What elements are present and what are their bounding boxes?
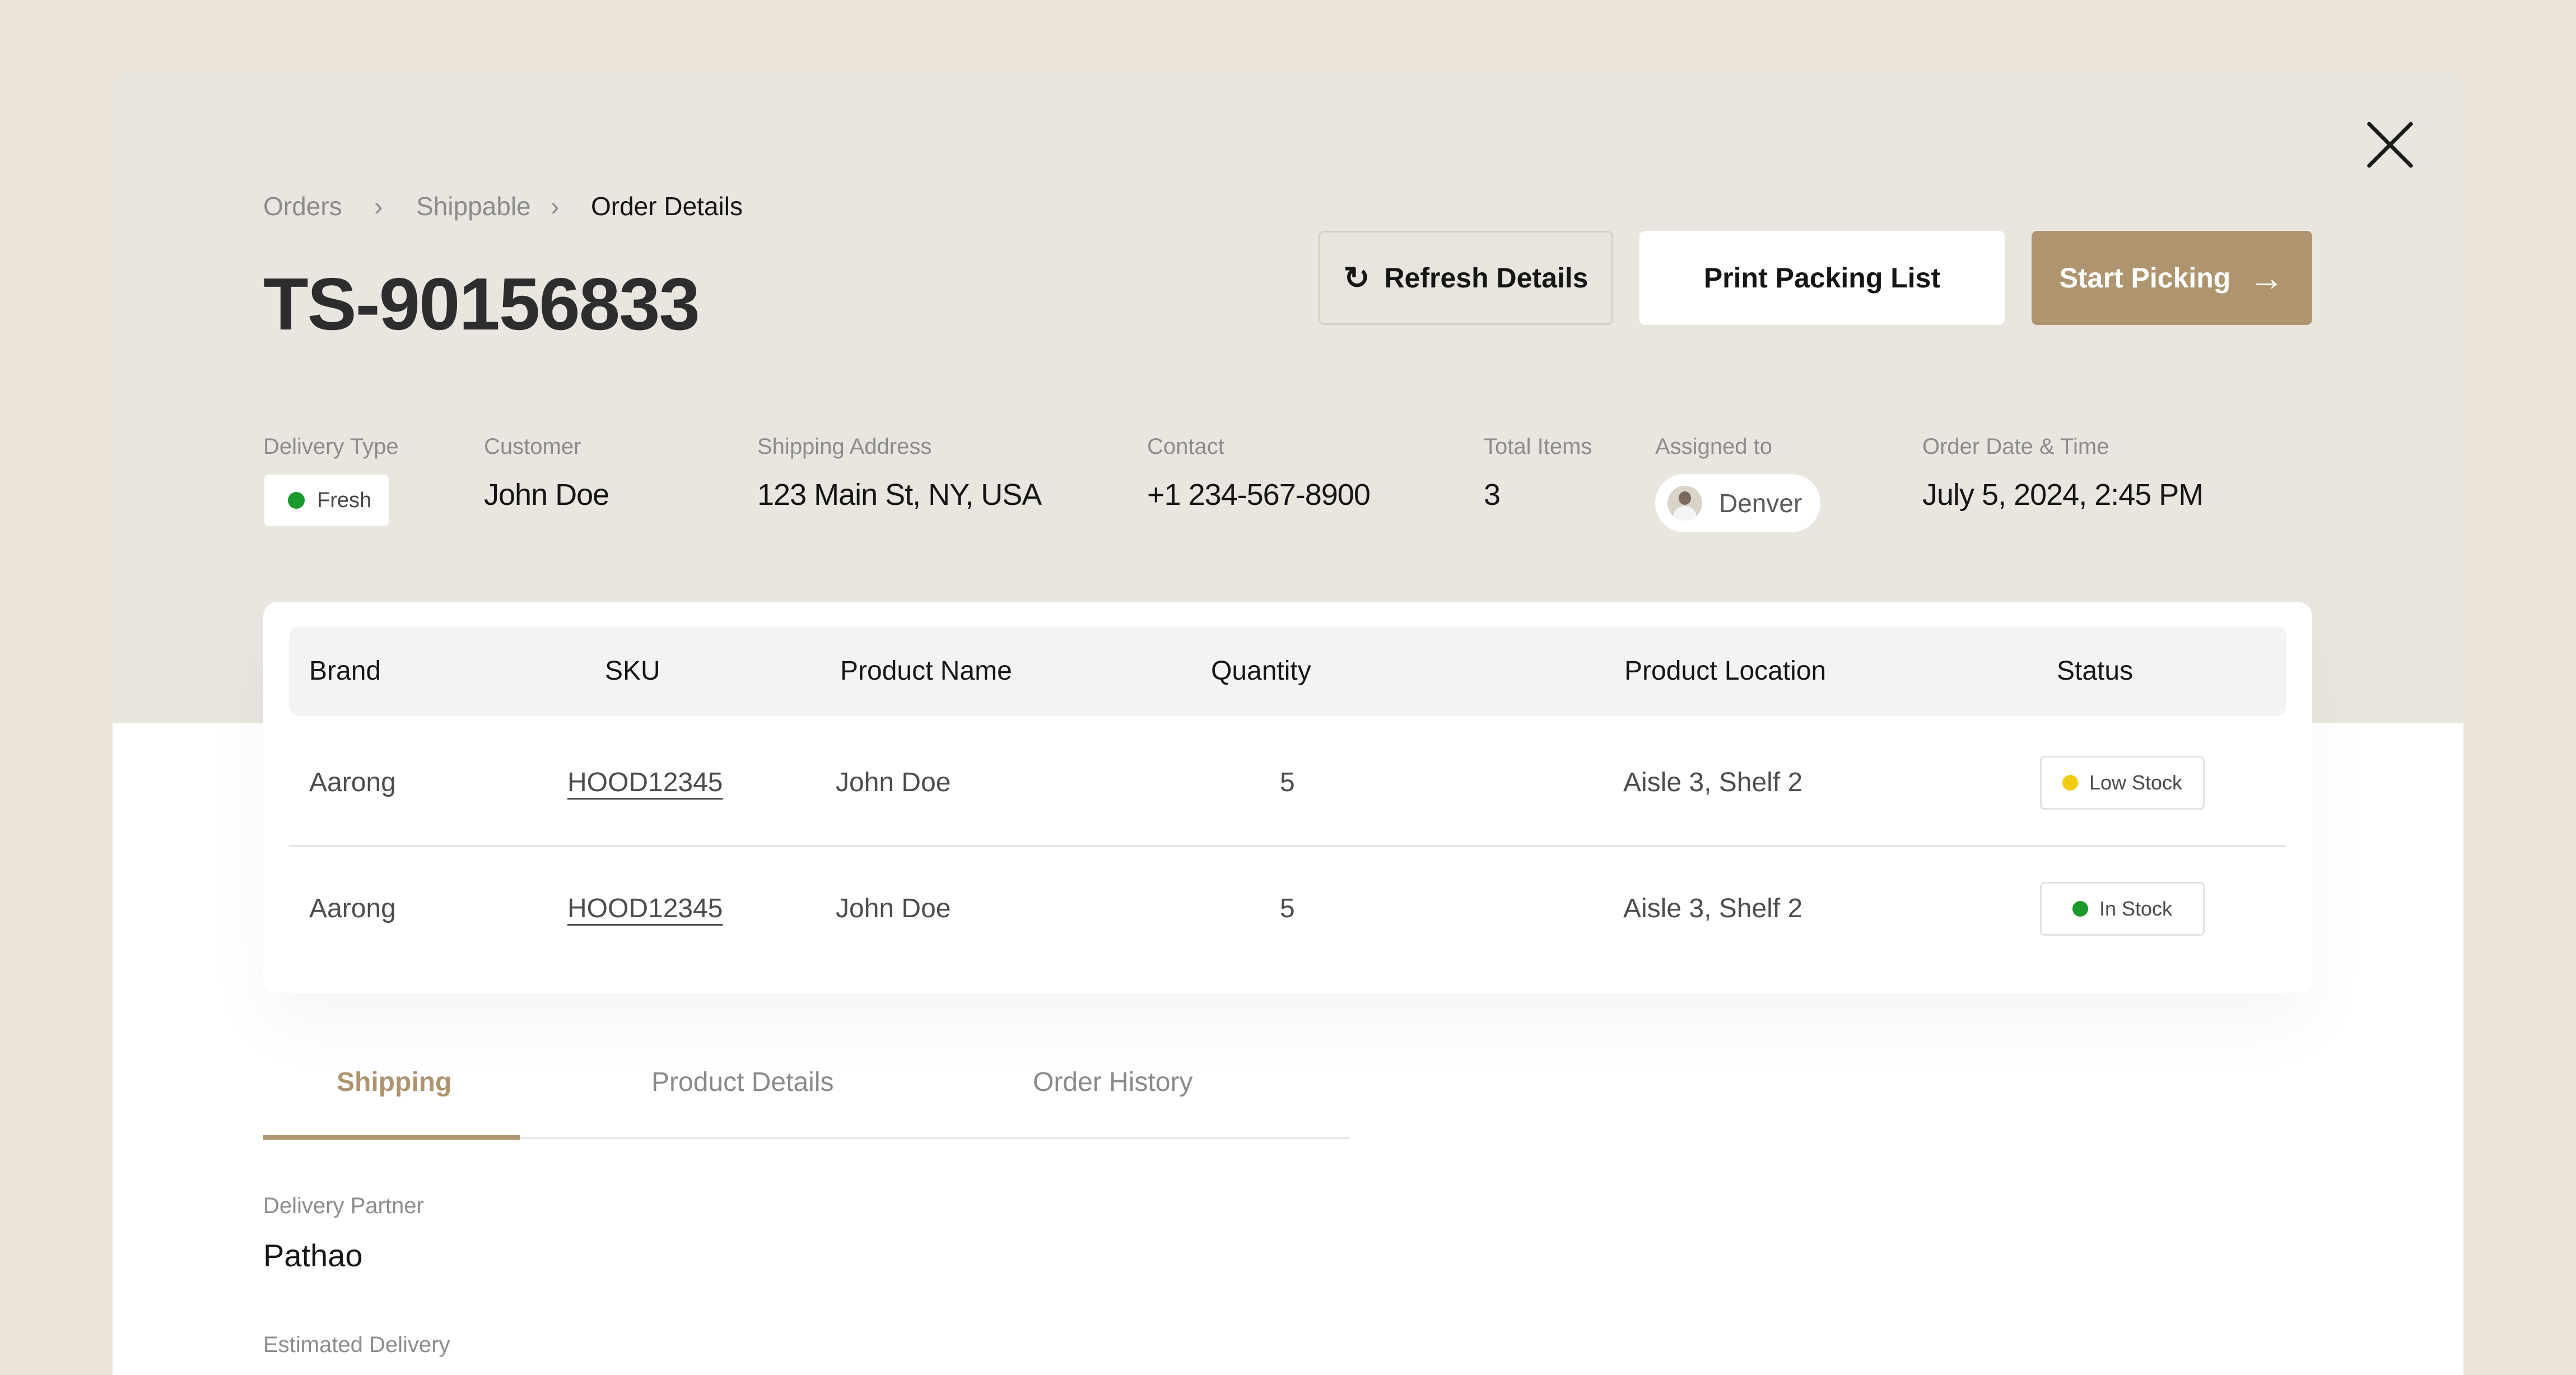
column-header-product-location: Product Location (1624, 656, 1827, 686)
delivery-partner-value: Pathao (263, 1238, 363, 1273)
order-date-value: July 5, 2024, 2:45 PM (1922, 478, 2204, 512)
tab-shipping[interactable]: Shipping (337, 1066, 451, 1099)
cell-product-location: Aisle 3, Shelf 2 (1623, 894, 1803, 923)
order-date-label: Order Date & Time (1922, 434, 2109, 459)
order-items-table: Brand SKU Product Name Quantity Product … (263, 602, 2312, 993)
tab-order-history[interactable]: Order History (1033, 1066, 1192, 1099)
refresh-icon: ↻ (1343, 260, 1370, 295)
contact-value: +1 234-567-8900 (1147, 478, 1371, 512)
sku-link[interactable]: HOOD12345 (567, 766, 723, 800)
contact-label: Contact (1147, 434, 1224, 459)
refresh-details-label: Refresh Details (1384, 262, 1589, 294)
column-header-sku: SKU (605, 656, 660, 686)
delivery-type-label: Delivery Type (263, 434, 399, 459)
cell-product-location: Aisle 3, Shelf 2 (1623, 768, 1803, 797)
cell-quantity: 5 (1280, 768, 1295, 797)
sku-link[interactable]: HOOD12345 (567, 892, 723, 926)
status-badge: Low Stock (2040, 756, 2205, 810)
start-picking-label: Start Picking (2059, 262, 2231, 294)
status-badge-label: In Stock (2099, 897, 2173, 920)
shipping-address-value: 123 Main St, NY, USA (757, 478, 1042, 512)
cell-product-name: John Doe (836, 894, 951, 923)
total-items-label: Total Items (1484, 434, 1592, 459)
delivery-type-value: Fresh (317, 488, 372, 512)
status-dot-icon (288, 492, 305, 509)
customer-value: John Doe (484, 478, 609, 512)
delivery-partner-label: Delivery Partner (263, 1193, 424, 1218)
avatar (1667, 486, 1702, 521)
customer-label: Customer (484, 434, 581, 459)
refresh-details-button[interactable]: ↻ Refresh Details (1319, 231, 1613, 325)
print-packing-list-button[interactable]: Print Packing List (1639, 231, 2005, 325)
close-icon[interactable] (2364, 119, 2416, 170)
start-picking-button[interactable]: Start Picking → (2032, 231, 2312, 325)
breadcrumb-shippable[interactable]: Shippable (416, 189, 531, 223)
row-divider (289, 845, 2286, 847)
page-title: TS-90156833 (263, 263, 700, 345)
cell-brand: Aarong (309, 894, 396, 923)
breadcrumb-current: Order Details (591, 192, 743, 221)
chevron-right-icon: › (551, 192, 560, 221)
print-packing-list-label: Print Packing List (1703, 262, 1941, 294)
cell-quantity: 5 (1280, 894, 1295, 923)
status-badge-label: Low Stock (2089, 771, 2183, 794)
column-header-quantity: Quantity (1211, 656, 1311, 686)
active-tab-indicator (263, 1135, 520, 1140)
status-badge: In Stock (2040, 882, 2205, 936)
cell-brand: Aarong (309, 768, 396, 797)
column-header-status: Status (2057, 656, 2134, 686)
assigned-to-label: Assigned to (1655, 434, 1773, 459)
status-dot-icon (2062, 775, 2078, 791)
shipping-address-label: Shipping Address (757, 434, 932, 459)
delivery-type-badge: Fresh (264, 475, 389, 526)
tab-product-details[interactable]: Product Details (651, 1066, 833, 1099)
total-items-value: 3 (1484, 478, 1501, 512)
arrow-right-icon: → (2248, 258, 2285, 298)
estimated-delivery-label: Estimated Delivery (263, 1332, 450, 1357)
status-dot-icon (2072, 901, 2088, 917)
assignee-name: Denver (1719, 489, 1802, 518)
table-header: Brand SKU Product Name Quantity Product … (289, 626, 2286, 716)
chevron-right-icon: › (374, 192, 383, 221)
column-header-product-name: Product Name (840, 656, 1012, 686)
assignee-chip[interactable]: Denver (1655, 474, 1820, 532)
breadcrumb-orders[interactable]: Orders (263, 189, 342, 223)
column-header-brand: Brand (309, 656, 381, 686)
cell-product-name: John Doe (836, 768, 951, 797)
